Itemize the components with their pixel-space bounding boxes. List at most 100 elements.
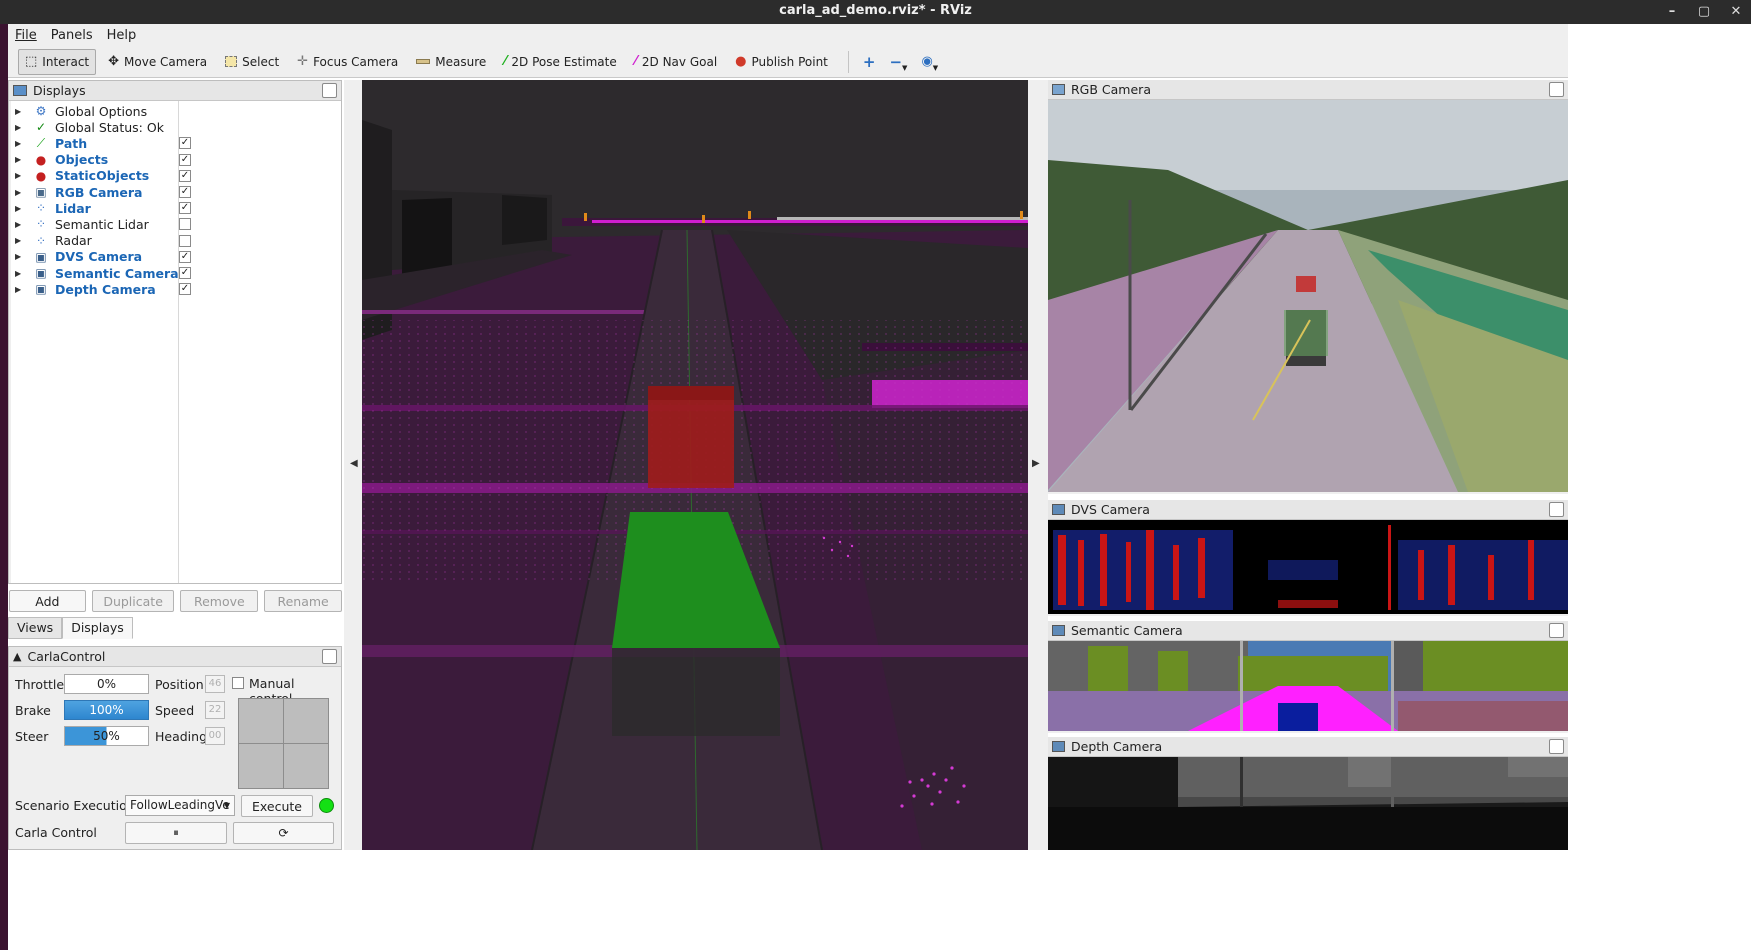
window-title: carla_ad_demo.rviz* - RViz [779,3,972,18]
expand-arrow-icon[interactable]: ▶ [15,155,29,164]
panel-float-button[interactable] [1549,82,1564,97]
tool-2d-nav-goal[interactable]: ⁄ 2D Nav Goal [629,49,723,75]
display-enable-checkbox[interactable]: ✓ [179,153,191,166]
add-tool-button[interactable]: + [857,49,882,75]
display-item[interactable]: ▶ ▣ Semantic Camera ✓ [11,265,341,281]
expand-arrow-icon[interactable]: ▶ [15,285,29,294]
pause-button[interactable]: ⏸ [125,822,227,844]
display-item[interactable]: ▶ ⟋ Path ✓ [11,135,341,151]
display-enable-checkbox[interactable] [179,218,191,231]
steer-bar[interactable]: 50% [64,726,149,746]
expand-arrow-icon[interactable]: ▶ [15,123,29,132]
tool-publish-point[interactable]: ● Publish Point [729,49,834,75]
tab-displays[interactable]: Displays [62,617,133,639]
throttle-label: Throttle [15,677,65,692]
add-display-button[interactable]: Add [9,590,86,612]
display-item[interactable]: ▶ ⁘ Radar [11,233,341,249]
display-enable-checkbox[interactable]: ✓ [179,202,191,215]
expand-arrow-icon[interactable]: ▶ [15,220,29,229]
plus-icon: + [862,52,876,71]
image-icon [1052,625,1065,636]
tool-label: 2D Pose Estimate [511,54,617,69]
tool-move-camera[interactable]: ✥ Move Camera [102,49,213,75]
remove-tool-button[interactable]: − ▼ [883,49,913,75]
carla-logo-icon: ▲ [13,650,22,663]
view-options-button[interactable]: ◉ ▼ [915,49,944,75]
display-item[interactable]: ▶ ▣ RGB Camera ✓ [11,184,341,200]
scenario-status-indicator [319,798,334,813]
menu-help[interactable]: Help [100,28,144,43]
render-viewport[interactable] [362,80,1028,850]
tool-interact[interactable]: ⬚ Interact [18,48,97,75]
brake-value: 100% [89,703,124,717]
steering-pad[interactable] [238,698,329,789]
expand-arrow-icon[interactable]: ▶ [15,236,29,245]
step-button[interactable]: ⟳ [233,822,334,844]
display-enable-checkbox[interactable]: ✓ [179,137,191,150]
close-icon[interactable]: ✕ [1729,1,1743,23]
display-enable-checkbox[interactable]: ✓ [179,169,191,182]
display-enable-checkbox[interactable] [179,234,191,247]
expand-arrow-icon[interactable]: ▶ [15,204,29,213]
tool-label: Move Camera [124,54,208,69]
expand-arrow-icon[interactable]: ▶ [15,171,29,180]
left-dock-handle[interactable]: ◀ [344,80,362,850]
display-enable-checkbox[interactable]: ✓ [179,186,191,198]
display-enable-checkbox[interactable]: ✓ [179,267,191,279]
tool-select[interactable]: Select [219,49,285,75]
tool-label: Focus Camera [313,54,399,69]
carla-control-label: Carla Control [15,825,97,840]
minimize-icon[interactable]: – [1665,1,1679,23]
display-enable-checkbox[interactable]: ✓ [179,283,191,296]
tab-views[interactable]: Views [8,617,63,639]
menu-bar: File Panels Help [8,24,1568,46]
depth-camera-title: Depth Camera [1071,739,1163,754]
menu-file[interactable]: File [8,28,44,43]
semantic-camera-header: Semantic Camera [1048,621,1568,641]
execute-button[interactable]: Execute [241,795,313,817]
throttle-bar[interactable]: 0% [64,674,149,694]
expand-arrow-icon[interactable]: ▶ [15,188,29,197]
rgb-camera-panel: RGB Camera [1048,80,1568,494]
carla-control-header: ▲ CarlaControl [9,647,341,667]
tool-focus-camera[interactable]: ✛ Focus Camera [291,49,404,75]
duplicate-display-button[interactable]: Duplicate [91,590,175,612]
image-icon: ▣ [35,282,47,297]
manual-control-checkbox[interactable] [232,677,244,689]
speed-value: 22 [205,701,225,719]
panel-float-button[interactable] [322,83,337,98]
display-item[interactable]: ▶ ● Objects ✓ [11,152,341,168]
display-item[interactable]: ▶ ⁘ Semantic Lidar [11,216,341,232]
display-item[interactable]: ▶ ⚙ Global Options [11,103,341,119]
expand-arrow-icon[interactable]: ▶ [15,252,29,261]
brake-bar[interactable]: 100% [64,700,149,720]
panel-float-button[interactable] [1549,502,1564,517]
display-item[interactable]: ▶ ✓ Global Status: Ok [11,119,341,135]
semantic-camera-title: Semantic Camera [1071,623,1183,638]
rename-display-button[interactable]: Rename [264,590,342,612]
right-dock-handle[interactable]: ▶ [1028,80,1048,850]
image-icon: ▣ [35,249,47,264]
display-item-label: Depth Camera [55,281,156,297]
display-item[interactable]: ▶ ▣ Depth Camera ✓ [11,281,341,297]
panel-float-button[interactable] [1549,623,1564,638]
scenario-select[interactable]: FollowLeadingVe ▼ [125,795,235,816]
display-enable-checkbox[interactable]: ✓ [179,250,191,263]
depth-camera-header: Depth Camera [1048,737,1568,757]
menu-panels[interactable]: Panels [44,28,100,43]
tool-2d-pose-estimate[interactable]: ⁄ 2D Pose Estimate [498,49,622,75]
maximize-icon[interactable]: ▢ [1697,1,1711,23]
display-item[interactable]: ▶ ● StaticObjects ✓ [11,168,341,184]
dvs-camera-title: DVS Camera [1071,502,1150,517]
expand-arrow-icon[interactable]: ▶ [15,139,29,148]
panel-float-button[interactable] [322,649,337,664]
tool-bar: ⬚ Interact ✥ Move Camera Select ✛ Focus … [8,46,1568,78]
desktop-background-right [1568,24,1751,950]
expand-arrow-icon[interactable]: ▶ [15,269,29,278]
expand-arrow-icon[interactable]: ▶ [15,107,29,116]
remove-display-button[interactable]: Remove [180,590,259,612]
tool-measure[interactable]: Measure [410,49,492,75]
display-item[interactable]: ▶ ⁘ Lidar ✓ [11,200,341,216]
display-item[interactable]: ▶ ▣ DVS Camera ✓ [11,249,341,265]
panel-float-button[interactable] [1549,739,1564,754]
